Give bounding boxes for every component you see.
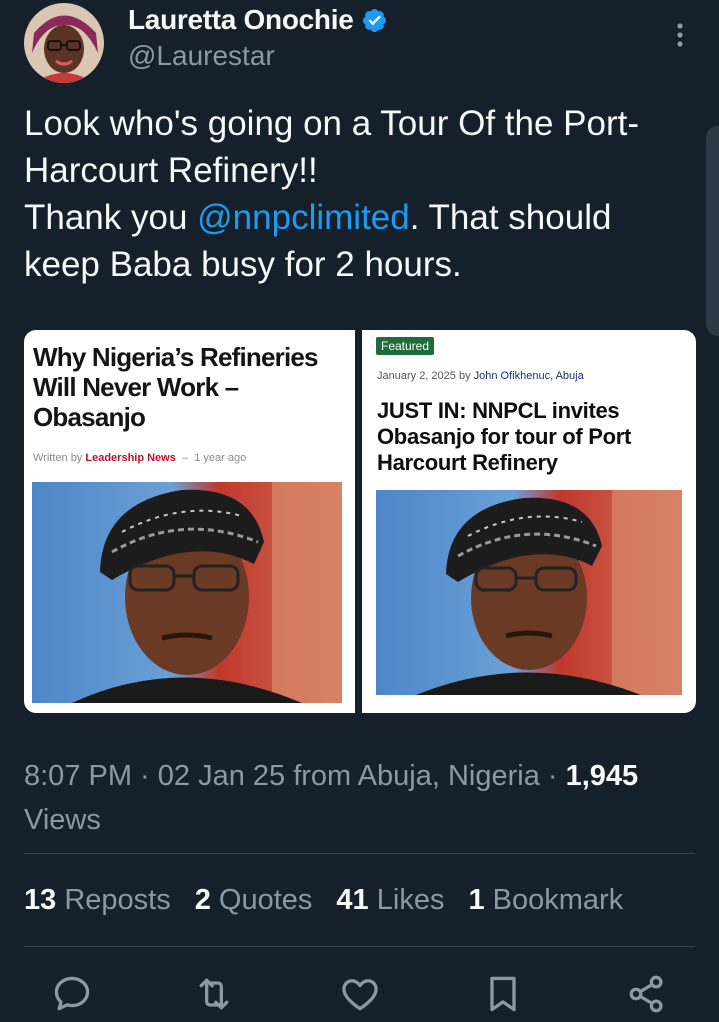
- repost-icon[interactable]: [192, 972, 236, 1016]
- bookmark-icon[interactable]: [481, 972, 525, 1016]
- right-image-author: John Ofikhenuc, Abuja: [473, 370, 584, 382]
- left-image-age: 1 year ago: [194, 452, 247, 464]
- right-image-headline: JUST IN: NNPCL invites Obasanjo for tour…: [377, 398, 632, 475]
- media-grid: Why Nigeria’s Refineries Will Never Work…: [24, 330, 696, 713]
- action-bar: [0, 972, 719, 1022]
- mention-link[interactable]: @nnpclimited: [197, 198, 410, 237]
- left-image-byline: Written by Leadership News – 1 year ago: [33, 452, 247, 464]
- like-icon[interactable]: [338, 972, 382, 1016]
- share-icon[interactable]: [625, 972, 669, 1016]
- featured-badge: Featured: [376, 337, 435, 355]
- more-options-icon[interactable]: [670, 20, 690, 50]
- media-image-left[interactable]: Why Nigeria’s Refineries Will Never Work…: [24, 330, 355, 713]
- tweet-line-1: Look who's going on a Tour Of the Port-H…: [24, 104, 640, 190]
- left-image-headline: Why Nigeria’s Refineries Will Never Work…: [33, 342, 319, 432]
- author-name[interactable]: Lauretta Onochie: [128, 4, 354, 36]
- bookmarks-stat[interactable]: 1 Bookmark: [468, 884, 623, 917]
- views-label: Views: [24, 804, 101, 836]
- tweet-line-2-prefix: Thank you: [24, 198, 198, 237]
- divider: [24, 946, 695, 947]
- left-image-source: Leadership News: [85, 452, 176, 464]
- tweet-meta: 8:07 PM · 02 Jan 25 from Abuja, Nigeria …: [24, 754, 684, 842]
- views-count: 1,945: [565, 760, 639, 792]
- author-handle[interactable]: @Laurestar: [128, 40, 275, 72]
- quotes-stat[interactable]: 2 Quotes: [195, 884, 313, 917]
- media-image-right[interactable]: Featured January 2, 2025 by John Ofikhen…: [362, 330, 696, 713]
- scrollbar[interactable]: [706, 126, 719, 336]
- tweet-text: Look who's going on a Tour Of the Port-H…: [24, 100, 694, 288]
- likes-stat[interactable]: 41 Likes: [336, 884, 444, 917]
- verified-badge-icon: [363, 8, 387, 32]
- left-image-photo: [32, 482, 342, 703]
- divider: [24, 853, 695, 854]
- timestamp[interactable]: 8:07 PM · 02 Jan 25 from Abuja, Nigeria …: [24, 760, 566, 792]
- right-image-dateline: January 2, 2025 by John Ofikhenuc, Abuja: [377, 370, 584, 382]
- author-avatar[interactable]: [24, 3, 104, 83]
- right-image-photo: [376, 490, 682, 695]
- reposts-stat[interactable]: 13 Reposts: [24, 884, 171, 917]
- reply-icon[interactable]: [50, 972, 94, 1016]
- engagement-stats: 13 Reposts 2 Quotes 41 Likes 1 Bookmark: [24, 884, 623, 917]
